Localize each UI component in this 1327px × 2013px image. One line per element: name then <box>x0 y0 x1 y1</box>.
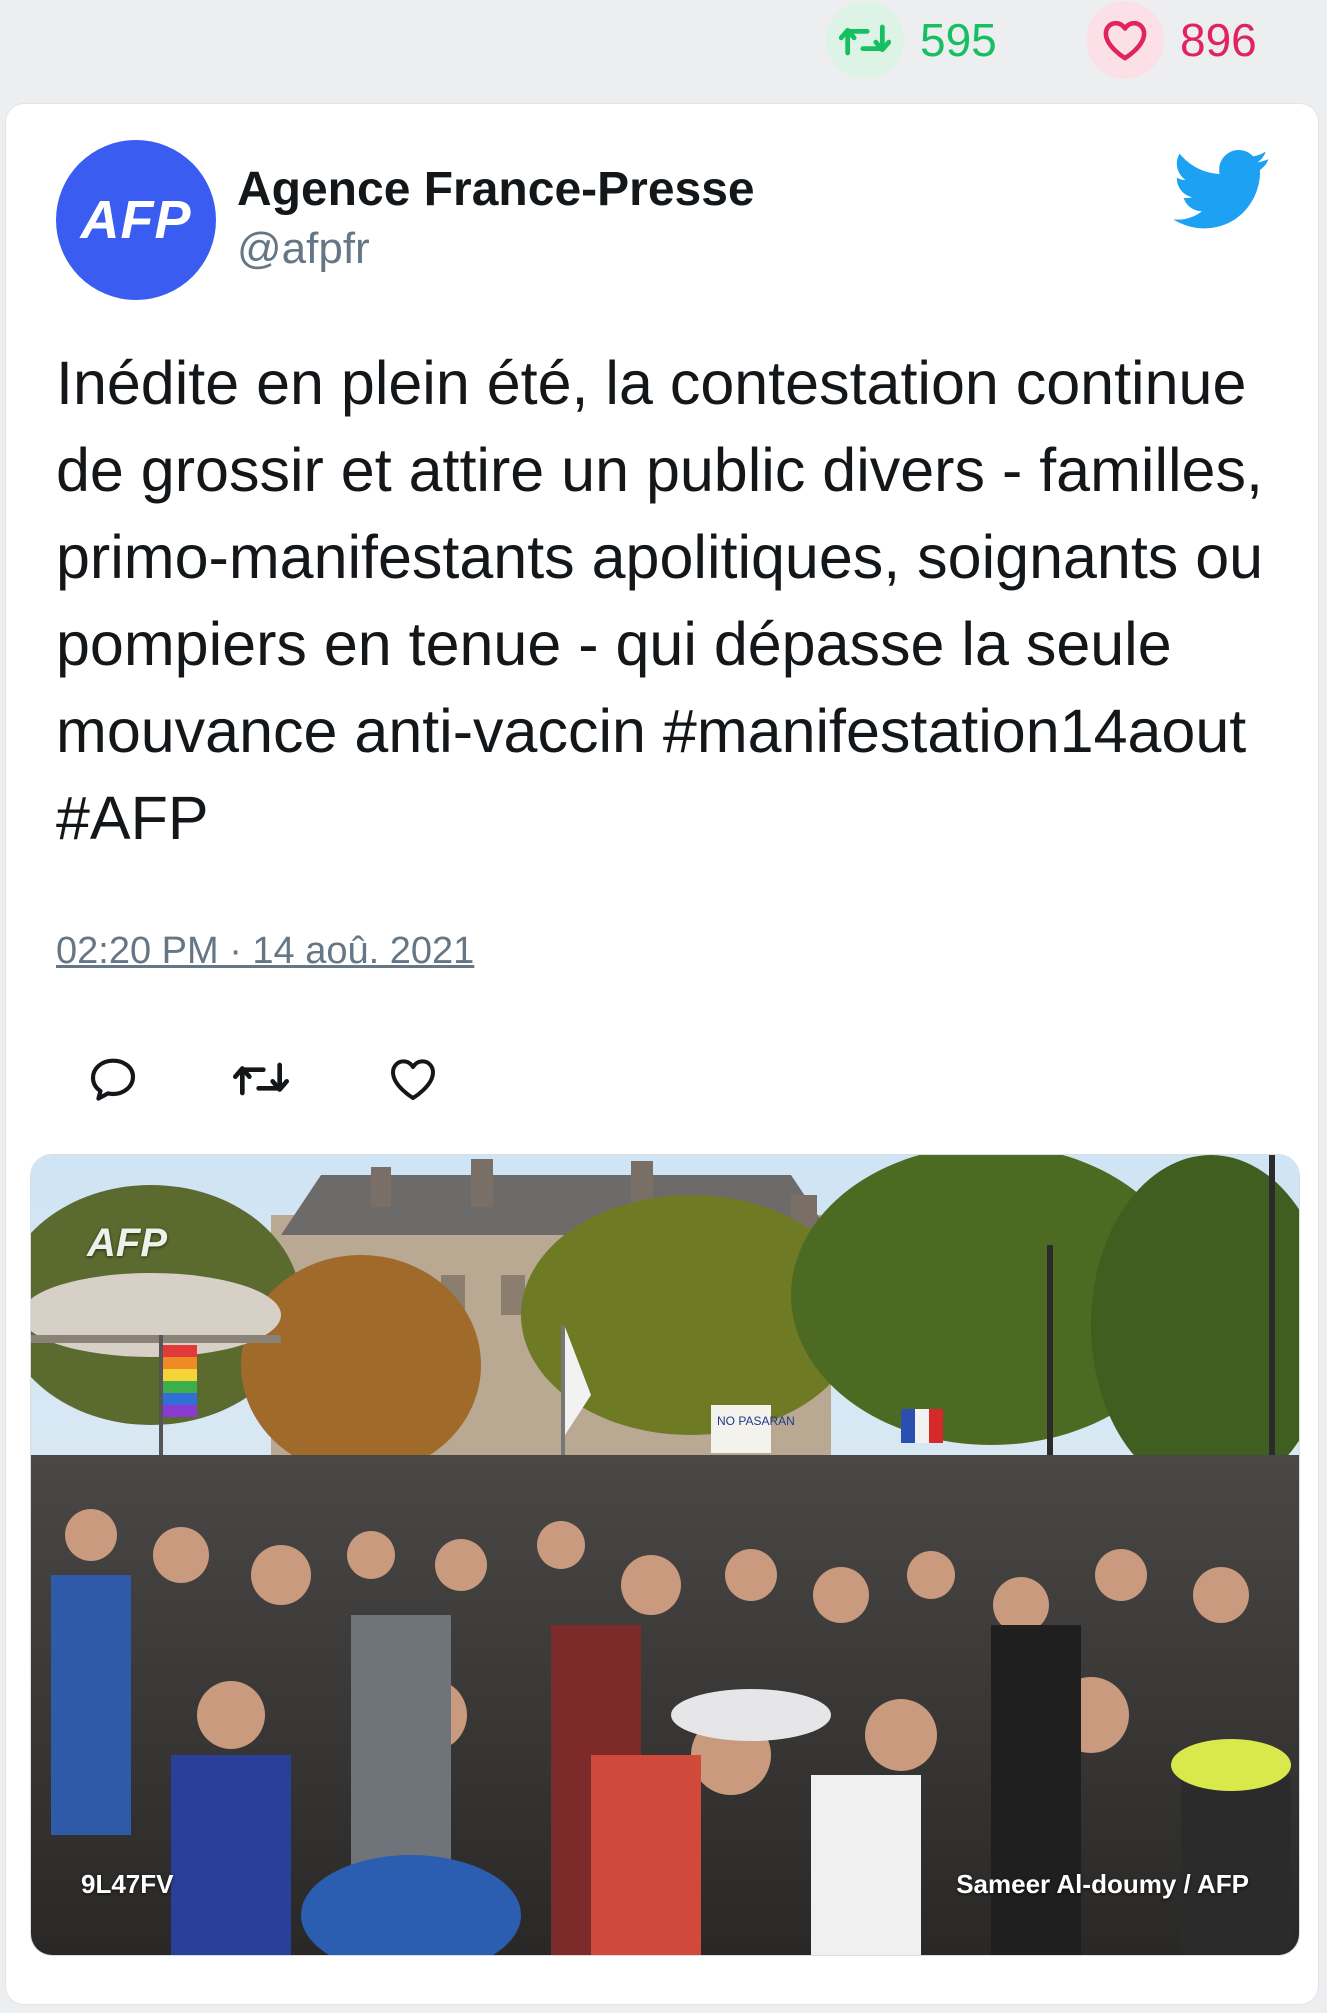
protest-sign <box>711 1405 771 1453</box>
avatar[interactable]: AFP <box>56 140 216 300</box>
twitter-bird-icon[interactable] <box>1172 150 1270 230</box>
reply-icon[interactable] <box>78 1044 148 1114</box>
heart-icon[interactable] <box>1086 1 1164 79</box>
like-stat[interactable]: 896 <box>1086 1 1257 79</box>
heart-icon[interactable] <box>378 1044 448 1114</box>
afp-watermark: AFP <box>87 1221 167 1265</box>
retweet-icon[interactable] <box>226 1044 296 1114</box>
photo-code: 9L47FV <box>81 1869 174 1899</box>
svg-text:NO PASARAN: NO PASARAN <box>717 1414 795 1428</box>
avatar-logo-text: AFP <box>80 190 192 250</box>
retweet-stat[interactable]: 595 <box>826 1 997 79</box>
author-handle[interactable]: @afpfr <box>237 224 370 274</box>
tweet-timestamp[interactable]: 02:20 PM · 14 aoû. 2021 <box>56 930 474 973</box>
engagement-bar: 595 896 <box>0 0 1327 80</box>
protest-crowd-photo: NO PASARAN <box>31 1155 1299 1955</box>
tweet-card: AFP Agence France-Presse @afpfr Inédite … <box>6 104 1318 2004</box>
retweet-count: 595 <box>920 14 997 66</box>
like-count: 896 <box>1180 14 1257 66</box>
tweet-photo[interactable]: NO PASARAN AFP 9L47FV Sameer Al-doumy / … <box>30 1154 1300 1956</box>
tweet-text: Inédite en plein été, la contestation co… <box>56 349 1264 852</box>
retweet-icon[interactable] <box>826 1 904 79</box>
photo-credit: Sameer Al-doumy / AFP <box>956 1869 1249 1899</box>
author-name[interactable]: Agence France-Presse <box>237 162 755 217</box>
